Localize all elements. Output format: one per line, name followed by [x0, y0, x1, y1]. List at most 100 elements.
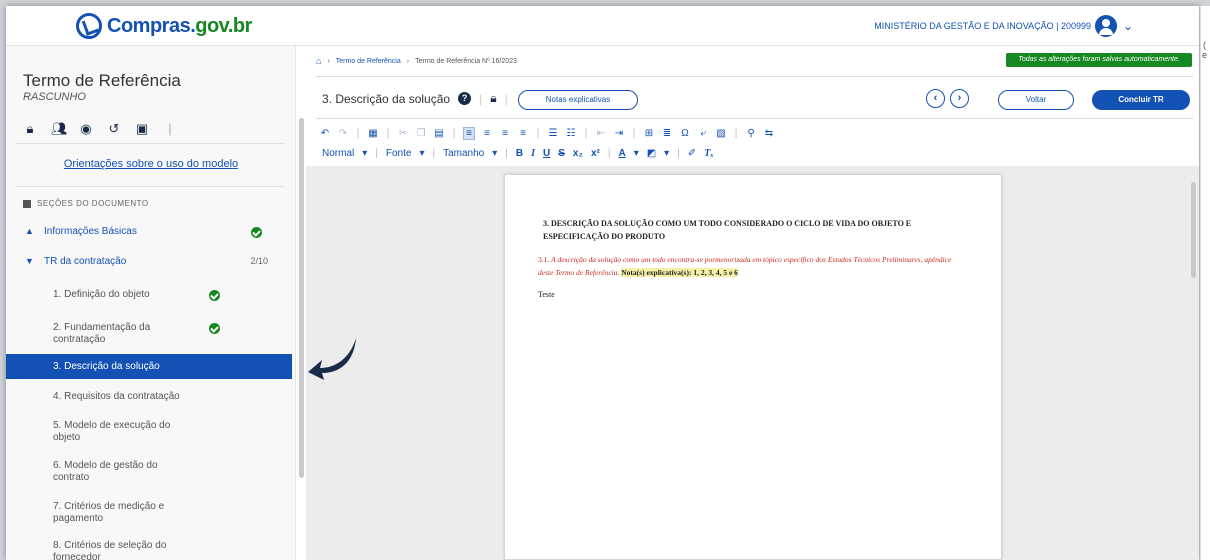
- top-bar: Compras.gov.br MINISTÉRIO DA GESTÃO E DA…: [6, 6, 1199, 46]
- strikethrough-icon[interactable]: S: [558, 148, 565, 159]
- sidebar-group-label: Informações Básicas: [44, 226, 137, 237]
- indent-icon[interactable]: ⇥: [614, 128, 624, 139]
- sidebar-scrollbar[interactable]: [299, 118, 304, 478]
- user-avatar-icon[interactable]: [1095, 15, 1117, 37]
- check-icon: [251, 227, 262, 238]
- italic-icon[interactable]: I: [531, 148, 535, 159]
- superscript-icon[interactable]: x²: [591, 148, 600, 159]
- sidebar-group-tr-contratacao[interactable]: ▼ TR da contratação 2/10: [6, 256, 292, 270]
- home-icon[interactable]: ⌂: [316, 56, 321, 66]
- sidebar-item-criterios-selecao[interactable]: 8. Critérios de seleção do fornecedor: [6, 540, 292, 560]
- sidebar-item-label: 7. Critérios de medição e pagamento: [53, 501, 165, 524]
- sidebar-item-label: 2. Fundamentação da contratação: [53, 322, 151, 345]
- clear-format-icon[interactable]: Tₓ: [704, 148, 714, 159]
- redo-icon[interactable]: ↷: [338, 128, 348, 139]
- numbered-list-icon[interactable]: ☰: [548, 128, 558, 139]
- editor-toolbar-row-1: ↶ ↷ | ▦ | ✂ ❐ ▤ | ≡ ≡ ≡ ≡ | ☰ ☷ | ⇤ ⇥ | …: [320, 127, 774, 140]
- page-break-icon[interactable]: ⤶: [698, 128, 708, 139]
- sidebar-item-label: 3. Descrição da solução: [53, 361, 160, 372]
- paragraph-number: 3.1.: [538, 255, 552, 264]
- chevron-down-icon[interactable]: ▾: [362, 148, 367, 159]
- image-icon[interactable]: ▨: [716, 128, 726, 139]
- bold-icon[interactable]: B: [516, 148, 523, 159]
- finish-button[interactable]: Concluir TR: [1092, 90, 1190, 110]
- organization-label[interactable]: MINISTÉRIO DA GESTÃO E DA INOVAÇÃO | 200…: [874, 21, 1091, 31]
- sidebar-group-label: TR da contratação: [44, 256, 127, 267]
- align-left-icon[interactable]: ≡: [463, 127, 475, 140]
- sidebar-item-criterios-medicao[interactable]: 7. Critérios de medição e pagamento: [6, 501, 292, 527]
- subscript-icon[interactable]: x₂: [573, 148, 583, 159]
- notes-button[interactable]: Notas explicativas: [518, 90, 638, 110]
- special-char-icon[interactable]: Ω: [680, 128, 690, 139]
- document-page[interactable]: 3. DESCRIÇÃO DA SOLUÇÃO COMO UM TODO CON…: [504, 174, 1002, 560]
- export-icon[interactable]: ▣: [135, 121, 149, 137]
- divider: [16, 143, 285, 144]
- sidebar-item-descricao[interactable]: 3. Descrição da solução: [6, 354, 292, 379]
- sidebar-group-basic-info[interactable]: ▲ Informações Básicas: [6, 226, 292, 240]
- logo-main: Compras.: [107, 14, 196, 37]
- help-icon[interactable]: ?: [458, 92, 472, 105]
- find-icon[interactable]: ⚲: [746, 128, 756, 139]
- toolbar-divider: |: [168, 121, 172, 136]
- chevron-down-icon[interactable]: ⌄: [1123, 19, 1133, 33]
- paste-icon[interactable]: ▤: [434, 128, 444, 139]
- users-icon[interactable]: 👥︎: [51, 121, 68, 137]
- sidebar-item-requisitos[interactable]: 4. Requisitos da contratação: [6, 391, 292, 405]
- replace-icon[interactable]: ⇆: [764, 128, 774, 139]
- size-select[interactable]: Tamanho: [443, 148, 484, 159]
- editor-scrollbar[interactable]: [1191, 182, 1196, 278]
- pointer-arrow-icon: [308, 338, 356, 380]
- background-color-icon[interactable]: ◩: [647, 148, 656, 159]
- copy-icon[interactable]: ❐: [416, 128, 426, 139]
- usage-guide-link[interactable]: Orientações sobre o uso do modelo: [6, 158, 296, 170]
- cut-icon[interactable]: ✂: [398, 128, 408, 139]
- sidebar-item-modelo-execucao[interactable]: 5. Modelo de execução do objeto: [6, 420, 292, 446]
- align-center-icon[interactable]: ≡: [482, 128, 492, 139]
- font-select[interactable]: Fonte: [386, 148, 412, 159]
- back-button[interactable]: Voltar: [998, 90, 1074, 110]
- section-title: 3. Descrição da solução: [322, 91, 451, 106]
- chevron-down-icon[interactable]: ▾: [419, 148, 424, 159]
- bullet-list-icon[interactable]: ☷: [566, 128, 576, 139]
- lock-icon[interactable]: 🔒︎: [23, 121, 37, 137]
- sidebar-item-label: 5. Modelo de execução do objeto: [53, 420, 171, 443]
- breadcrumb-separator-icon: ›: [406, 57, 410, 65]
- sidebar-item-label: 8. Critérios de seleção do fornecedor: [53, 540, 167, 560]
- breadcrumb-link[interactable]: Termo de Referência: [336, 58, 401, 65]
- chevron-down-icon[interactable]: ▾: [664, 148, 669, 159]
- eye-icon[interactable]: ◉: [79, 121, 93, 137]
- insert-table-icon[interactable]: ⊞: [644, 128, 654, 139]
- check-icon: [209, 323, 220, 334]
- document-status: RASCUNHO: [23, 91, 86, 103]
- main-content: ⌂ › Termo de Referência › Termo de Refer…: [306, 46, 1199, 560]
- underline-icon[interactable]: U: [543, 148, 550, 159]
- format-select[interactable]: Normal: [322, 148, 354, 159]
- chevron-down-icon[interactable]: ▾: [634, 148, 639, 159]
- document-body-text: Teste: [538, 290, 555, 299]
- text-color-icon[interactable]: A: [618, 148, 625, 159]
- chevron-right-icon[interactable]: ›: [950, 89, 969, 108]
- divider: [16, 186, 285, 187]
- table-icon[interactable]: ▦: [368, 128, 378, 139]
- progress-count: 2/10: [250, 256, 268, 266]
- align-justify-icon[interactable]: ≡: [518, 128, 528, 139]
- lock-icon[interactable]: 🔒︎: [490, 91, 496, 106]
- breadcrumb: ⌂ › Termo de Referência › Termo de Refer…: [316, 56, 517, 66]
- chevron-down-icon[interactable]: ▾: [492, 148, 497, 159]
- compras-logo[interactable]: Compras.gov.br: [76, 13, 252, 39]
- paragraph-text: A descrição da solução como um todo enco…: [538, 255, 952, 277]
- divider: [316, 76, 1193, 77]
- sidebar-item-modelo-gestao[interactable]: 6. Modelo de gestão do contrato: [6, 460, 292, 486]
- breadcrumb-separator-icon: ›: [327, 57, 330, 65]
- sidebar-item-fundamentacao[interactable]: 2. Fundamentação da contratação: [6, 322, 292, 348]
- history-icon[interactable]: ↺: [107, 121, 121, 137]
- explanatory-note-ref[interactable]: Nota(s) explicativa(s): 1, 2, 3, 4, 5 e …: [621, 268, 738, 277]
- chevron-left-icon[interactable]: ‹: [926, 89, 945, 108]
- chevron-up-icon: ▲: [25, 226, 34, 236]
- align-right-icon[interactable]: ≡: [500, 128, 510, 139]
- sidebar-item-definicao[interactable]: 1. Definição do objeto: [6, 289, 292, 303]
- undo-icon[interactable]: ↶: [320, 128, 330, 139]
- format-painter-icon[interactable]: ✐: [688, 148, 696, 159]
- horizontal-line-icon[interactable]: ≣: [662, 128, 672, 139]
- outdent-icon[interactable]: ⇤: [596, 128, 606, 139]
